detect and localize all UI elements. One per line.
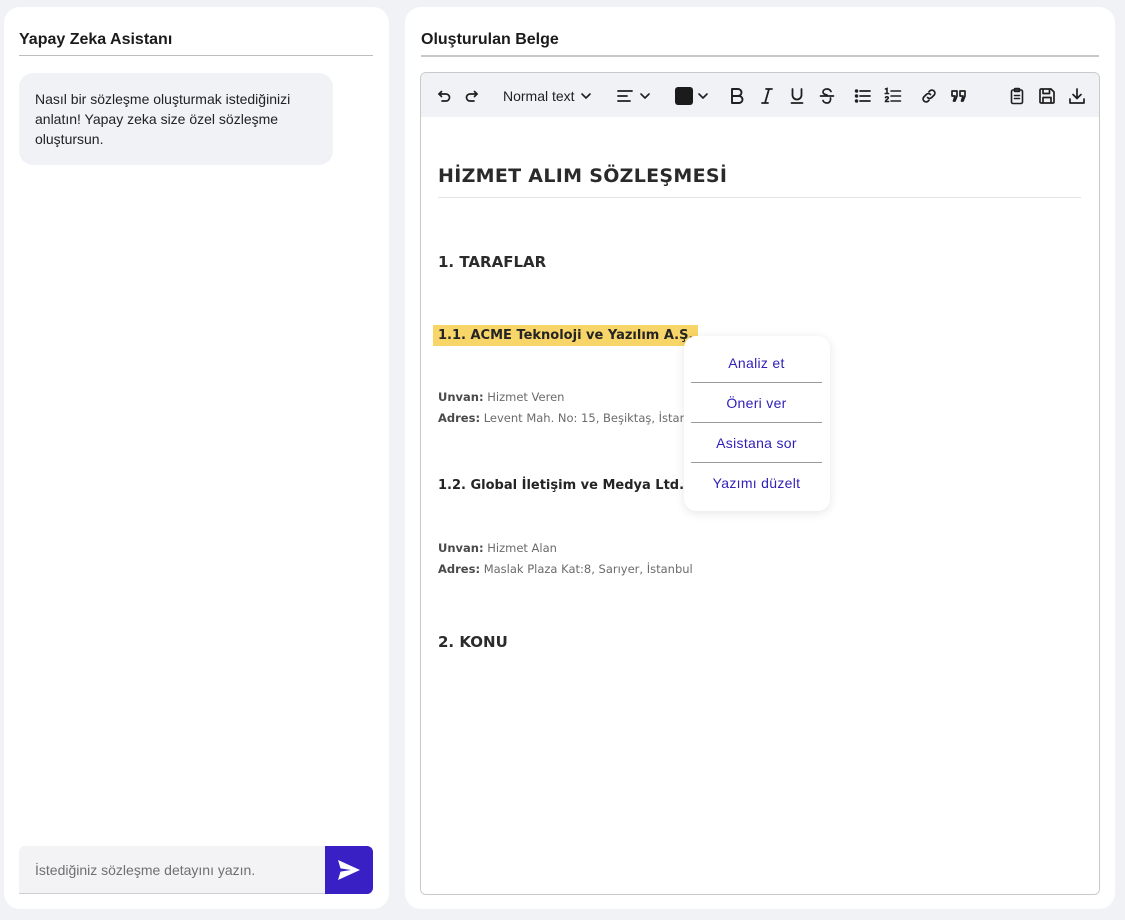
assistant-title: Yapay Zeka Asistanı (19, 31, 173, 48)
menu-item-fix-spelling[interactable]: Yazımı düzelt (691, 463, 822, 503)
redo-icon (465, 90, 478, 102)
numbered-list-icon (884, 87, 902, 103)
assistant-panel: Yapay Zeka Asistanı Nasıl bir sözleşme o… (4, 7, 389, 909)
party1-unvan-value: Hizmet Veren (487, 390, 565, 404)
chevron-down-icon (640, 93, 650, 99)
strikethrough-icon (819, 88, 835, 104)
block-type-dropdown[interactable]: Normal text (503, 84, 595, 108)
bold-button[interactable] (726, 84, 748, 108)
menu-item-ask-assistant[interactable]: Asistana sor (691, 423, 822, 463)
party1-heading: 1.1. ACME Teknoloji ve Yazılım A.Ş. (433, 325, 699, 346)
quote-icon (951, 90, 966, 102)
section-heading-parties: 1. TARAFLAR (438, 253, 547, 271)
bullet-list-button[interactable] (852, 84, 874, 108)
party2-adres-value: Maslak Plaza Kat:8, Sarıyer, İstanbul (483, 562, 693, 576)
underline-icon (790, 88, 804, 104)
download-icon (1069, 88, 1085, 104)
editor-toolbar: Normal text (421, 73, 1099, 117)
party1-adres: Adres: Levent Mah. No: 15, Beşiktaş, İst… (438, 411, 687, 425)
party1-heading-highlight: 1.1. ACME Teknoloji ve Yazılım A.Ş. (433, 325, 699, 346)
italic-button[interactable] (756, 84, 778, 108)
party1-unvan-label: Unvan: (438, 390, 484, 404)
bullet-list-icon (854, 89, 871, 103)
link-icon (922, 89, 936, 103)
chat-input[interactable] (19, 846, 325, 894)
clipboard-button[interactable] (1006, 84, 1028, 108)
menu-item-analyze[interactable]: Analiz et (691, 343, 822, 383)
party1-adres-value: Levent Mah. No: 15, Beşiktaş, İstan (483, 411, 687, 425)
numbered-list-button[interactable] (882, 84, 904, 108)
save-icon (1039, 88, 1055, 104)
document-panel-title: Oluşturulan Belge (421, 31, 559, 48)
party2-adres-label: Adres: (438, 562, 481, 576)
chevron-down-icon (580, 93, 591, 99)
download-button[interactable] (1066, 84, 1088, 108)
document-title-divider (438, 197, 1081, 198)
party2-adres: Adres: Maslak Plaza Kat:8, Sarıyer, İsta… (438, 562, 693, 576)
party2-unvan-label: Unvan: (438, 541, 484, 555)
redo-button[interactable] (463, 84, 483, 108)
underline-button[interactable] (786, 84, 808, 108)
section-heading-subject: 2. KONU (438, 633, 508, 651)
selection-context-menu: Analiz et Öneri ver Asistana sor Yazımı … (684, 336, 830, 511)
text-color-dropdown[interactable] (673, 84, 711, 108)
text-color-swatch (674, 87, 693, 105)
italic-icon (761, 88, 773, 104)
clipboard-icon (1010, 87, 1024, 105)
send-button[interactable] (325, 846, 373, 894)
save-button[interactable] (1036, 84, 1058, 108)
bold-icon (731, 88, 744, 104)
party1-unvan: Unvan: Hizmet Veren (438, 390, 564, 404)
chat-input-bar (19, 846, 373, 894)
party1-adres-label: Adres: (438, 411, 481, 425)
party2-heading: 1.2. Global İletişim ve Medya Ltd. Şti. (438, 478, 714, 493)
assistant-title-divider (19, 55, 373, 56)
align-left-icon (617, 90, 633, 102)
undo-icon (438, 90, 451, 102)
undo-button[interactable] (433, 84, 453, 108)
quote-button[interactable] (948, 84, 970, 108)
align-dropdown[interactable] (615, 84, 653, 108)
assistant-welcome-message: Nasıl bir sözleşme oluşturmak istediğini… (19, 73, 333, 165)
chevron-down-icon (697, 93, 708, 99)
send-icon (338, 860, 360, 880)
link-button[interactable] (918, 84, 940, 108)
document-title-divider (421, 55, 1099, 57)
menu-item-suggest[interactable]: Öneri ver (691, 383, 822, 423)
party2-unvan-value: Hizmet Alan (487, 541, 557, 555)
party2-unvan: Unvan: Hizmet Alan (438, 541, 557, 555)
strikethrough-button[interactable] (816, 84, 838, 108)
document-title: HİZMET ALIM SÖZLEŞMESİ (438, 165, 728, 187)
block-type-label: Normal text (503, 88, 575, 104)
